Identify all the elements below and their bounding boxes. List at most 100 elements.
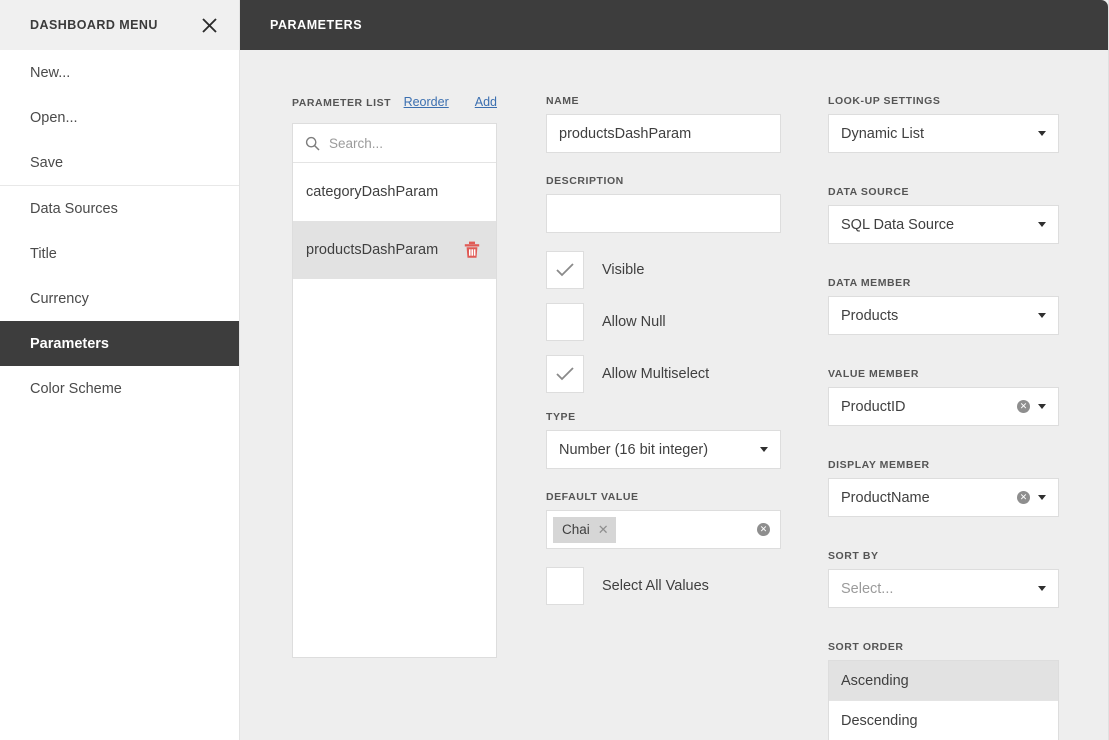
sidebar-item-label: Color Scheme bbox=[30, 381, 122, 397]
parameter-name: categoryDashParam bbox=[306, 184, 438, 200]
value-tag-label: Chai bbox=[562, 522, 590, 537]
default-value-label: DEFAULT VALUE bbox=[546, 491, 781, 503]
value-member-value: ProductID bbox=[841, 399, 1011, 415]
parameter-list-box: categoryDashParam productsDashParam bbox=[292, 123, 497, 658]
type-field: TYPE Number (16 bit integer) bbox=[546, 411, 781, 469]
sidebar-item-open[interactable]: Open... bbox=[0, 95, 239, 140]
parameter-list-actions: Reorder Add bbox=[404, 95, 497, 109]
sort-order-option-label: Descending bbox=[841, 713, 918, 729]
dashboard-menu-sidebar: DASHBOARD MENU New... Open... Save Data … bbox=[0, 0, 240, 740]
display-member-field: DISPLAY MEMBER ProductName ✕ bbox=[828, 459, 1059, 517]
visible-label: Visible bbox=[602, 262, 644, 278]
sort-order-field: SORT ORDER Ascending Descending None bbox=[828, 641, 1059, 740]
menu-group-settings: Data Sources Title Currency Parameters C… bbox=[0, 185, 239, 411]
parameter-list-header: PARAMETER LIST Reorder Add bbox=[292, 95, 497, 115]
sidebar-item-new[interactable]: New... bbox=[0, 50, 239, 95]
sort-by-select[interactable]: Select... bbox=[828, 569, 1059, 608]
value-member-label: VALUE MEMBER bbox=[828, 368, 1059, 380]
close-button[interactable] bbox=[195, 11, 223, 39]
lookup-settings-value: Dynamic List bbox=[841, 126, 1030, 142]
sort-order-option-ascending[interactable]: Ascending bbox=[829, 661, 1058, 701]
sidebar-item-currency[interactable]: Currency bbox=[0, 276, 239, 321]
parameter-name: productsDashParam bbox=[306, 242, 438, 258]
name-label: NAME bbox=[546, 95, 781, 107]
allow-null-checkbox[interactable] bbox=[546, 303, 584, 341]
description-input[interactable] bbox=[546, 194, 781, 233]
display-member-select[interactable]: ProductName ✕ bbox=[828, 478, 1059, 517]
visible-checkbox-row: Visible bbox=[546, 251, 781, 289]
chevron-down-icon bbox=[1038, 313, 1046, 318]
display-member-label: DISPLAY MEMBER bbox=[828, 459, 1059, 471]
sidebar-title: DASHBOARD MENU bbox=[30, 18, 158, 32]
sort-by-field: SORT BY Select... bbox=[828, 550, 1059, 608]
data-member-field: DATA MEMBER Products bbox=[828, 277, 1059, 335]
visible-checkbox[interactable] bbox=[546, 251, 584, 289]
sidebar-item-title[interactable]: Title bbox=[0, 231, 239, 276]
value-member-field: VALUE MEMBER ProductID ✕ bbox=[828, 368, 1059, 426]
sort-order-list: Ascending Descending None bbox=[828, 660, 1059, 740]
default-value-tag-editor[interactable]: Chai ✕ ✕ bbox=[546, 510, 781, 549]
description-label: DESCRIPTION bbox=[546, 175, 781, 187]
data-member-value: Products bbox=[841, 308, 1030, 324]
sidebar-item-label: Currency bbox=[30, 291, 89, 307]
clear-value-icon[interactable]: ✕ bbox=[757, 523, 770, 536]
allow-null-label: Allow Null bbox=[602, 314, 666, 330]
lookup-settings-column: LOOK-UP SETTINGS Dynamic List DATA SOURC… bbox=[828, 95, 1059, 740]
sidebar-item-label: Save bbox=[30, 155, 63, 171]
sidebar-item-parameters[interactable]: Parameters bbox=[0, 321, 239, 366]
clear-value-member-icon[interactable]: ✕ bbox=[1017, 400, 1030, 413]
parameters-panel: PARAMETERS PARAMETER LIST Reorder Add bbox=[240, 0, 1109, 740]
type-label: TYPE bbox=[546, 411, 781, 423]
close-icon bbox=[201, 17, 218, 34]
name-field: NAME bbox=[546, 95, 781, 153]
parameter-details-column: NAME DESCRIPTION Visible bbox=[546, 95, 781, 605]
search-input[interactable] bbox=[329, 136, 469, 151]
sidebar-item-color-scheme[interactable]: Color Scheme bbox=[0, 366, 239, 411]
parameter-list-label: PARAMETER LIST bbox=[292, 97, 391, 109]
type-value: Number (16 bit integer) bbox=[559, 442, 752, 458]
check-icon bbox=[555, 262, 575, 278]
data-member-label: DATA MEMBER bbox=[828, 277, 1059, 289]
sidebar-item-data-sources[interactable]: Data Sources bbox=[0, 186, 239, 231]
parameter-list-column: PARAMETER LIST Reorder Add bbox=[292, 95, 497, 658]
value-tag[interactable]: Chai ✕ bbox=[553, 517, 616, 543]
type-select[interactable]: Number (16 bit integer) bbox=[546, 430, 781, 469]
select-all-values-label: Select All Values bbox=[602, 578, 709, 594]
delete-parameter-button[interactable] bbox=[462, 239, 482, 261]
allow-multiselect-checkbox[interactable] bbox=[546, 355, 584, 393]
trash-icon bbox=[464, 241, 480, 259]
clear-display-member-icon[interactable]: ✕ bbox=[1017, 491, 1030, 504]
remove-tag-icon[interactable]: ✕ bbox=[598, 523, 609, 536]
sort-order-option-label: Ascending bbox=[841, 673, 909, 689]
parameter-search-row[interactable] bbox=[293, 124, 496, 163]
reorder-link[interactable]: Reorder bbox=[404, 95, 449, 109]
allow-multiselect-checkbox-row: Allow Multiselect bbox=[546, 355, 781, 393]
menu-group-file: New... Open... Save bbox=[0, 50, 239, 185]
display-member-value: ProductName bbox=[841, 490, 1011, 506]
select-all-values-checkbox[interactable] bbox=[546, 567, 584, 605]
lookup-settings-field: LOOK-UP SETTINGS Dynamic List bbox=[828, 95, 1059, 153]
page-title: PARAMETERS bbox=[270, 18, 362, 32]
sort-order-option-descending[interactable]: Descending bbox=[829, 701, 1058, 740]
panel-header: PARAMETERS bbox=[240, 0, 1108, 50]
description-field: DESCRIPTION bbox=[546, 175, 781, 233]
sidebar-item-label: Open... bbox=[30, 110, 78, 126]
chevron-down-icon bbox=[1038, 586, 1046, 591]
default-value-field: DEFAULT VALUE Chai ✕ ✕ bbox=[546, 491, 781, 549]
sidebar-item-label: Title bbox=[30, 246, 57, 262]
list-item[interactable]: categoryDashParam bbox=[293, 163, 496, 221]
sort-by-value: Select... bbox=[841, 581, 1030, 597]
data-source-select[interactable]: SQL Data Source bbox=[828, 205, 1059, 244]
data-member-select[interactable]: Products bbox=[828, 296, 1059, 335]
sidebar-item-save[interactable]: Save bbox=[0, 140, 239, 185]
list-item[interactable]: productsDashParam bbox=[293, 221, 496, 279]
chevron-down-icon bbox=[1038, 131, 1046, 136]
allow-multiselect-label: Allow Multiselect bbox=[602, 366, 709, 382]
lookup-settings-select[interactable]: Dynamic List bbox=[828, 114, 1059, 153]
add-link[interactable]: Add bbox=[475, 95, 497, 109]
data-source-value: SQL Data Source bbox=[841, 217, 1030, 233]
search-icon bbox=[305, 136, 320, 151]
value-member-select[interactable]: ProductID ✕ bbox=[828, 387, 1059, 426]
name-input[interactable] bbox=[546, 114, 781, 153]
chevron-down-icon bbox=[760, 447, 768, 452]
